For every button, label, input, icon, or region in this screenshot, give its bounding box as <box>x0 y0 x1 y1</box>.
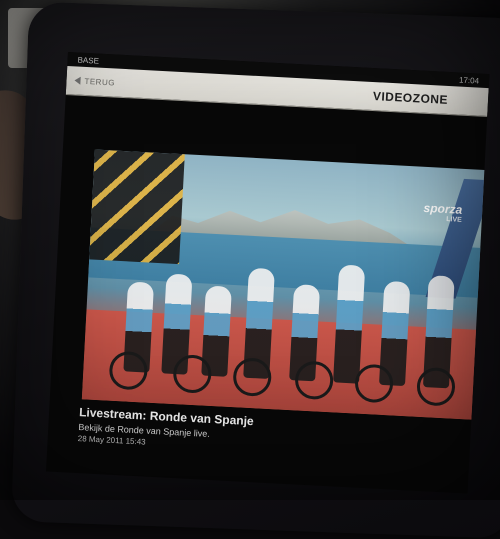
carrier-label: BASE <box>77 55 100 66</box>
status-time: 17:04 <box>458 75 480 86</box>
page-title: VIDEOZONE <box>372 89 449 107</box>
back-button[interactable]: TERUG <box>74 76 115 87</box>
channel-logo-sub: LIVE <box>446 216 462 224</box>
video-player[interactable]: sporza LIVE <box>81 149 490 421</box>
back-arrow-icon <box>74 76 81 85</box>
tablet-screen: BASE 17:04 TERUG VIDEOZONE sporza LIVE L… <box>46 52 490 494</box>
back-button-label: TERUG <box>84 76 116 87</box>
channel-logo: sporza LIVE <box>423 201 462 224</box>
video-striped-tent <box>89 149 185 265</box>
